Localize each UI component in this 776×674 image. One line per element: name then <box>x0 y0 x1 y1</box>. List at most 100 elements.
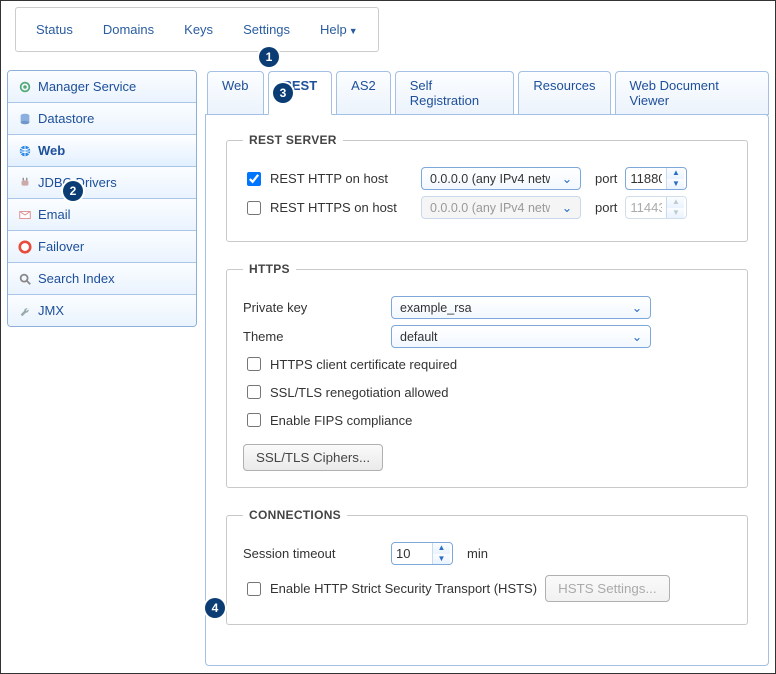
select-value: 0.0.0.0 (any IPv4 network interface) <box>430 172 550 186</box>
theme-select[interactable]: default ⌄ <box>391 325 651 348</box>
sidebar-item-label: Datastore <box>38 111 94 126</box>
session-timeout-input[interactable]: ▲▼ <box>391 542 453 565</box>
private-key-select[interactable]: example_rsa ⌄ <box>391 296 651 319</box>
sidebar-item-email[interactable]: Email <box>8 199 196 231</box>
private-key-label: Private key <box>243 300 383 315</box>
rest-https-label: REST HTTPS on host <box>270 200 397 215</box>
nav-domains[interactable]: Domains <box>97 18 160 41</box>
spin-up-icon: ▲ <box>667 197 684 208</box>
https-client-cert-checkbox[interactable]: HTTPS client certificate required <box>243 354 731 374</box>
port-value[interactable] <box>626 168 666 189</box>
sidebar-item-label: Search Index <box>38 271 115 286</box>
sidebar-item-datastore[interactable]: Datastore <box>8 103 196 135</box>
sidebar-item-search-index[interactable]: Search Index <box>8 263 196 295</box>
gear-icon <box>18 80 32 94</box>
spin-down-icon[interactable]: ▼ <box>667 179 684 190</box>
select-value: example_rsa <box>400 301 472 315</box>
rest-https-checkbox[interactable]: REST HTTPS on host <box>243 198 413 218</box>
session-timeout-label: Session timeout <box>243 546 383 561</box>
check-label: Enable HTTP Strict Security Transport (H… <box>270 581 537 596</box>
rest-https-check-input[interactable] <box>247 201 261 215</box>
lifering-icon <box>18 240 32 254</box>
group-legend: CONNECTIONS <box>243 508 347 522</box>
tab-as2[interactable]: AS2 <box>336 71 391 115</box>
spin-down-icon: ▼ <box>667 208 684 219</box>
tab-self-registration[interactable]: Self Registration <box>395 71 515 115</box>
search-icon <box>18 272 32 286</box>
sidebar-item-manager-service[interactable]: Manager Service <box>8 71 196 103</box>
tab-rest[interactable]: REST <box>268 71 333 115</box>
content-area: Web REST AS2 Self Registration Resources… <box>205 70 769 666</box>
check-input[interactable] <box>247 413 261 427</box>
rest-http-port-input[interactable]: ▲▼ <box>625 167 687 190</box>
spinner: ▲▼ <box>666 197 684 218</box>
chevron-down-icon: ⌄ <box>558 200 576 215</box>
sidebar-item-label: Email <box>38 207 71 222</box>
nav-help[interactable]: Help▼ <box>314 18 364 41</box>
rest-http-check-input[interactable] <box>247 172 261 186</box>
timeout-units: min <box>467 546 488 561</box>
tab-resources[interactable]: Resources <box>518 71 610 115</box>
group-legend: REST SERVER <box>243 133 343 147</box>
nav-keys[interactable]: Keys <box>178 18 219 41</box>
sidebar-item-label: Web <box>38 143 65 158</box>
chevron-down-icon: ⌄ <box>558 171 576 186</box>
check-input[interactable] <box>247 385 261 399</box>
rest-server-group: REST SERVER REST HTTP on host 0.0.0.0 (a… <box>226 133 748 242</box>
spin-down-icon[interactable]: ▼ <box>433 554 450 565</box>
sidebar-item-jmx[interactable]: JMX <box>8 295 196 326</box>
https-group: HTTPS Private key example_rsa ⌄ Theme de… <box>226 262 748 488</box>
top-nav: Status Domains Keys Settings Help▼ <box>15 7 379 52</box>
hsts-checkbox[interactable]: Enable HTTP Strict Security Transport (H… <box>243 579 537 599</box>
sidebar-item-jdbc-drivers[interactable]: JDBC Drivers <box>8 167 196 199</box>
rest-http-host-select[interactable]: 0.0.0.0 (any IPv4 network interface) ⌄ <box>421 167 581 190</box>
group-legend: HTTPS <box>243 262 296 276</box>
timeout-value[interactable] <box>392 543 432 564</box>
spin-up-icon[interactable]: ▲ <box>667 168 684 179</box>
cylinder-icon <box>18 112 32 126</box>
check-label: Enable FIPS compliance <box>270 413 412 428</box>
fips-compliance-checkbox[interactable]: Enable FIPS compliance <box>243 410 731 430</box>
globe-icon <box>18 144 32 158</box>
ssl-renegotiation-checkbox[interactable]: SSL/TLS renegotiation allowed <box>243 382 731 402</box>
check-label: SSL/TLS renegotiation allowed <box>270 385 449 400</box>
sidebar-item-label: JMX <box>38 303 64 318</box>
select-value: 0.0.0.0 (any IPv4 network interface) <box>430 201 550 215</box>
rest-http-label: REST HTTP on host <box>270 171 388 186</box>
chevron-down-icon: ⌄ <box>628 300 646 315</box>
sidebar-item-label: Failover <box>38 239 84 254</box>
tab-web[interactable]: Web <box>207 71 264 115</box>
ssl-ciphers-button[interactable]: SSL/TLS Ciphers... <box>243 444 383 471</box>
chevron-down-icon: ⌄ <box>628 329 646 344</box>
wrench-icon <box>18 304 32 318</box>
check-input[interactable] <box>247 357 261 371</box>
theme-label: Theme <box>243 329 383 344</box>
tab-panel: REST SERVER REST HTTP on host 0.0.0.0 (a… <box>205 114 769 666</box>
spinner[interactable]: ▲▼ <box>432 543 450 564</box>
caret-down-icon: ▼ <box>349 26 358 36</box>
sidebar-item-label: JDBC Drivers <box>38 175 117 190</box>
port-label: port <box>595 171 617 186</box>
spin-up-icon[interactable]: ▲ <box>433 543 450 554</box>
sidebar: Manager Service Datastore Web JDBC Drive… <box>7 70 197 327</box>
tab-bar: Web REST AS2 Self Registration Resources… <box>205 70 769 114</box>
port-label: port <box>595 200 617 215</box>
nav-settings[interactable]: Settings <box>237 18 296 41</box>
spinner[interactable]: ▲▼ <box>666 168 684 189</box>
rest-https-port-input: ▲▼ <box>625 196 687 219</box>
envelope-icon <box>18 208 32 222</box>
port-value <box>626 197 666 218</box>
hsts-settings-button: HSTS Settings... <box>545 575 670 602</box>
plug-icon <box>18 176 32 190</box>
check-input[interactable] <box>247 582 261 596</box>
rest-https-host-select: 0.0.0.0 (any IPv4 network interface) ⌄ <box>421 196 581 219</box>
sidebar-item-web[interactable]: Web <box>8 135 196 167</box>
tab-web-document-viewer[interactable]: Web Document Viewer <box>615 71 769 115</box>
connections-group: CONNECTIONS Session timeout ▲▼ min Enabl… <box>226 508 748 625</box>
rest-http-checkbox[interactable]: REST HTTP on host <box>243 169 413 189</box>
sidebar-item-failover[interactable]: Failover <box>8 231 196 263</box>
nav-status[interactable]: Status <box>30 18 79 41</box>
check-label: HTTPS client certificate required <box>270 357 457 372</box>
select-value: default <box>400 330 438 344</box>
sidebar-item-label: Manager Service <box>38 79 136 94</box>
